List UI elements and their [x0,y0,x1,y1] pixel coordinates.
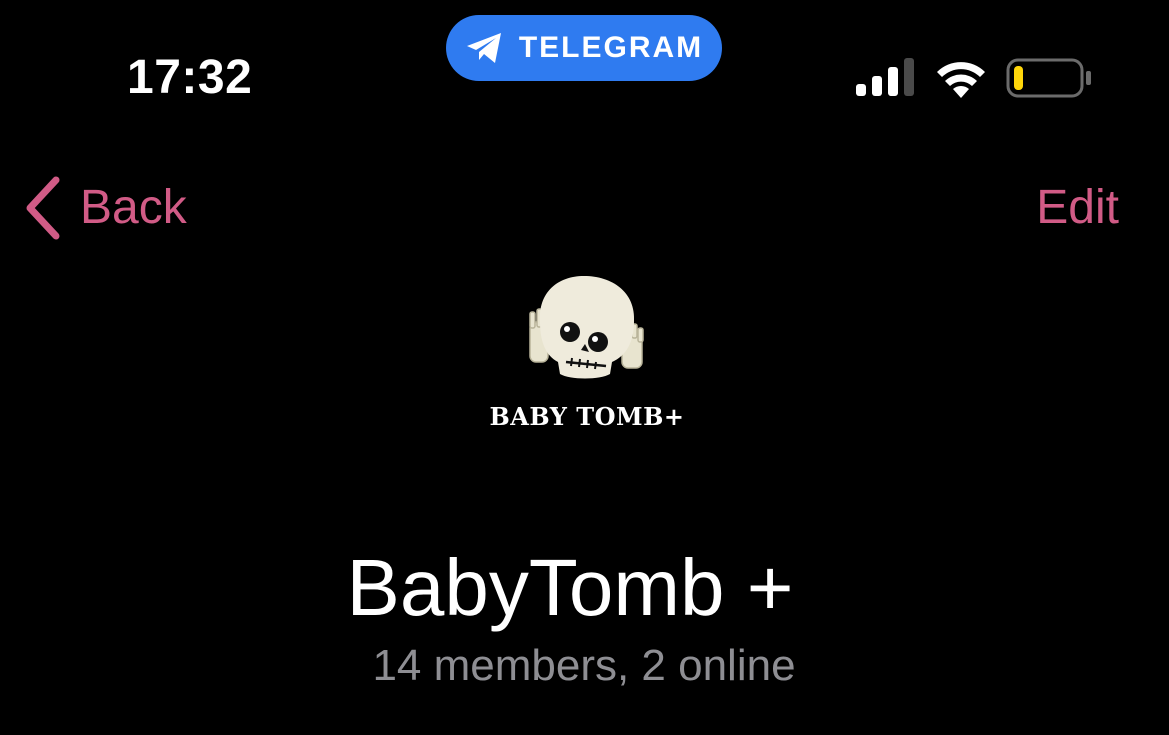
telegram-group-info-screen: 17:32 TELEGRAM Back Edit BABY TOMB+ Baby… [0,0,1169,735]
return-to-telegram-label: TELEGRAM [518,31,704,64]
skull-logo-icon [529,276,644,379]
edit-button[interactable]: Edit [1036,178,1119,238]
group-name: BabyTomb + [346,543,794,632]
avatar-logo-text: BABY TOMB+ [489,402,685,431]
cellular-signal-icon [856,58,914,96]
wifi-icon [937,62,985,98]
telegram-plane-icon [466,33,501,63]
return-to-telegram-pill[interactable]: TELEGRAM [446,15,722,81]
status-time: 17:32 [127,51,253,104]
group-member-status[interactable]: 14 members, 2 online [0,636,1168,696]
back-button[interactable]: Back [22,176,187,240]
group-avatar[interactable]: BABY TOMB+ [472,262,702,462]
battery-icon [1006,58,1091,98]
back-label: Back [80,181,187,234]
chevron-left-icon [26,176,60,240]
